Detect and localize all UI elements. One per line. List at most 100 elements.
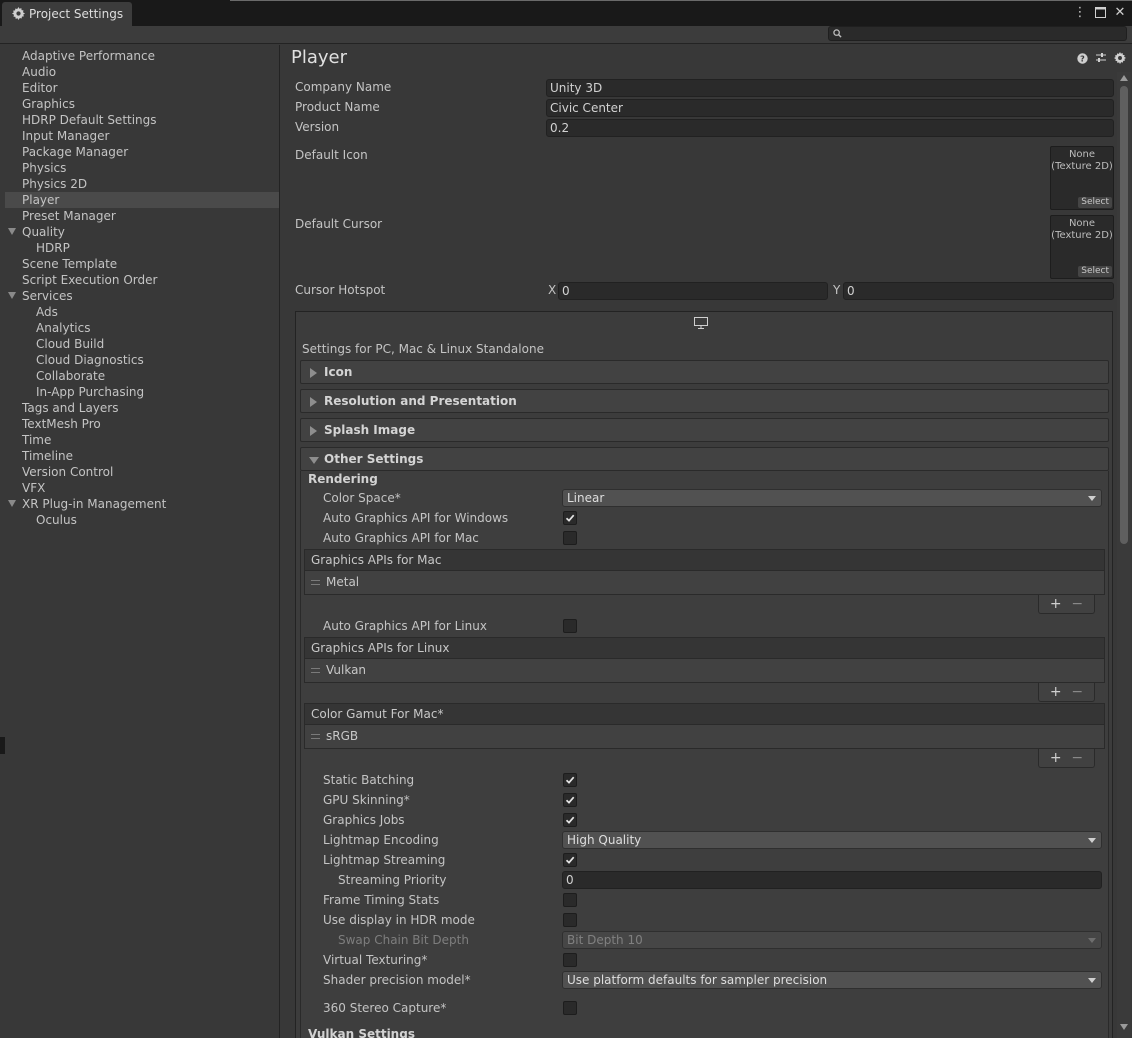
foldout-arrow-icon[interactable] <box>8 228 16 235</box>
remove-button[interactable]: − <box>1071 685 1083 699</box>
streaming-priority-field[interactable]: 0 <box>562 871 1102 889</box>
sidebar-item-input-manager[interactable]: Input Manager <box>5 128 279 144</box>
hotspot-x-field[interactable]: 0 <box>558 282 828 300</box>
settings-gear-icon[interactable] <box>1114 52 1126 64</box>
maximize-icon[interactable] <box>1094 4 1106 20</box>
mac-apis-list-header: Graphics APIs for Mac <box>304 549 1105 571</box>
foldout-arrow-icon[interactable] <box>8 500 16 507</box>
add-button[interactable]: + <box>1050 751 1062 765</box>
lightmap-encoding-dropdown[interactable]: High Quality <box>562 831 1102 849</box>
sidebar-item-cloud-diagnostics[interactable]: Cloud Diagnostics <box>5 352 279 368</box>
graphics-jobs-checkbox[interactable] <box>563 813 577 827</box>
sidebar-item-analytics[interactable]: Analytics <box>5 320 279 336</box>
select-button[interactable]: Select <box>1078 197 1112 208</box>
scroll-up-icon[interactable] <box>1120 75 1128 81</box>
sidebar-item-hdrp-default-settings[interactable]: HDRP Default Settings <box>5 112 279 128</box>
sidebar-item-package-manager[interactable]: Package Manager <box>5 144 279 160</box>
select-button[interactable]: Select <box>1078 266 1112 277</box>
foldout-other-settings-section[interactable]: Other Settings <box>300 447 1109 471</box>
sidebar-item-script-execution-order[interactable]: Script Execution Order <box>5 272 279 288</box>
sidebar-item-oculus[interactable]: Oculus <box>5 512 279 528</box>
presets-icon[interactable] <box>1095 52 1107 64</box>
desktop-monitor-icon[interactable] <box>693 316 709 333</box>
remove-button[interactable]: − <box>1071 597 1083 611</box>
list-item[interactable]: Metal <box>326 575 359 589</box>
company-name-field[interactable]: Unity 3D <box>546 79 1114 97</box>
sidebar-item-preset-manager[interactable]: Preset Manager <box>5 208 279 224</box>
linux-apis-list: Vulkan <box>304 659 1105 683</box>
tab-project-settings[interactable]: Project Settings <box>2 2 132 26</box>
default-cursor-field[interactable]: None (Texture 2D) Select <box>1050 215 1114 279</box>
auto-api-windows-checkbox[interactable] <box>563 511 577 525</box>
scrollbar-thumb[interactable] <box>1120 86 1128 544</box>
sidebar-item-time[interactable]: Time <box>5 432 279 448</box>
static-batching-checkbox[interactable] <box>563 773 577 787</box>
sidebar-item-services[interactable]: Services <box>5 288 279 304</box>
frame-timing-label: Frame Timing Stats <box>323 893 440 907</box>
list-item[interactable]: sRGB <box>326 729 358 743</box>
chevron-down-icon <box>1088 938 1096 943</box>
list-item[interactable]: Vulkan <box>326 663 366 677</box>
virtual-texturing-checkbox[interactable] <box>563 953 577 967</box>
default-icon-field[interactable]: None (Texture 2D) Select <box>1050 146 1114 210</box>
scroll-down-icon[interactable] <box>1120 1024 1128 1030</box>
search-icon <box>833 29 842 38</box>
close-icon[interactable]: ✕ <box>1114 4 1126 20</box>
remove-button[interactable]: − <box>1071 751 1083 765</box>
sidebar-item-version-control[interactable]: Version Control <box>5 464 279 480</box>
stereo-capture-checkbox[interactable] <box>563 1001 577 1015</box>
sidebar-item-scene-template[interactable]: Scene Template <box>5 256 279 272</box>
help-icon[interactable]: ? <box>1076 52 1088 64</box>
sidebar-item-cloud-build[interactable]: Cloud Build <box>5 336 279 352</box>
sidebar-item-textmesh-pro[interactable]: TextMesh Pro <box>5 416 279 432</box>
auto-api-linux-label: Auto Graphics API for Linux <box>323 619 487 633</box>
add-button[interactable]: + <box>1050 597 1062 611</box>
shader-precision-dropdown[interactable]: Use platform defaults for sampler precis… <box>562 971 1102 989</box>
foldout-splash-section[interactable]: Splash Image <box>300 418 1109 442</box>
lightmap-streaming-label: Lightmap Streaming <box>323 853 446 867</box>
sidebar-item-quality[interactable]: Quality <box>5 224 279 240</box>
sidebar-item-graphics[interactable]: Graphics <box>5 96 279 112</box>
sidebar-item-hdrp[interactable]: HDRP <box>5 240 279 256</box>
sidebar-item-ads[interactable]: Ads <box>5 304 279 320</box>
sidebar-item-xr-plugin-management[interactable]: XR Plug-in Management <box>5 496 279 512</box>
lightmap-streaming-checkbox[interactable] <box>563 853 577 867</box>
sidebar-item-tags-and-layers[interactable]: Tags and Layers <box>5 400 279 416</box>
hotspot-y-field[interactable]: 0 <box>843 282 1114 300</box>
foldout-resolution-section[interactable]: Resolution and Presentation <box>300 389 1109 413</box>
foldout-icon-section[interactable]: Icon <box>300 360 1109 384</box>
gpu-skinning-checkbox[interactable] <box>563 793 577 807</box>
sidebar-item-vfx[interactable]: VFX <box>5 480 279 496</box>
product-name-label: Product Name <box>295 100 380 114</box>
checkmark-icon <box>565 856 575 864</box>
auto-api-mac-label: Auto Graphics API for Mac <box>323 531 479 545</box>
sidebar-item-player[interactable]: Player <box>5 192 279 208</box>
sidebar-item-physics-2d[interactable]: Physics 2D <box>5 176 279 192</box>
drag-handle-icon[interactable] <box>311 580 320 585</box>
hdr-display-checkbox[interactable] <box>563 913 577 927</box>
foldout-arrow-icon[interactable] <box>8 292 16 299</box>
more-options-icon[interactable]: ⋮ <box>1074 4 1087 20</box>
sidebar-item-adaptive-performance[interactable]: Adaptive Performance <box>5 48 279 64</box>
search-row <box>0 26 1132 44</box>
color-space-dropdown[interactable]: Linear <box>562 489 1102 507</box>
add-button[interactable]: + <box>1050 685 1062 699</box>
sidebar-item-audio[interactable]: Audio <box>5 64 279 80</box>
product-name-field[interactable]: Civic Center <box>546 99 1114 117</box>
sidebar-item-editor[interactable]: Editor <box>5 80 279 96</box>
auto-api-linux-checkbox[interactable] <box>563 619 577 633</box>
inspector-scrollbar[interactable] <box>1117 72 1131 1038</box>
drag-handle-icon[interactable] <box>311 734 320 739</box>
search-input[interactable] <box>828 26 1127 41</box>
frame-timing-checkbox[interactable] <box>563 893 577 907</box>
swap-chain-label: Swap Chain Bit Depth <box>338 933 469 947</box>
static-batching-label: Static Batching <box>323 773 415 787</box>
drag-handle-icon[interactable] <box>311 668 320 673</box>
sidebar-item-timeline[interactable]: Timeline <box>5 448 279 464</box>
sidebar-item-physics[interactable]: Physics <box>5 160 279 176</box>
sidebar-item-collaborate[interactable]: Collaborate <box>5 368 279 384</box>
version-field[interactable]: 0.2 <box>546 119 1114 137</box>
svg-text:?: ? <box>1080 54 1085 63</box>
auto-api-mac-checkbox[interactable] <box>563 531 577 545</box>
sidebar-item-in-app-purchasing[interactable]: In-App Purchasing <box>5 384 279 400</box>
